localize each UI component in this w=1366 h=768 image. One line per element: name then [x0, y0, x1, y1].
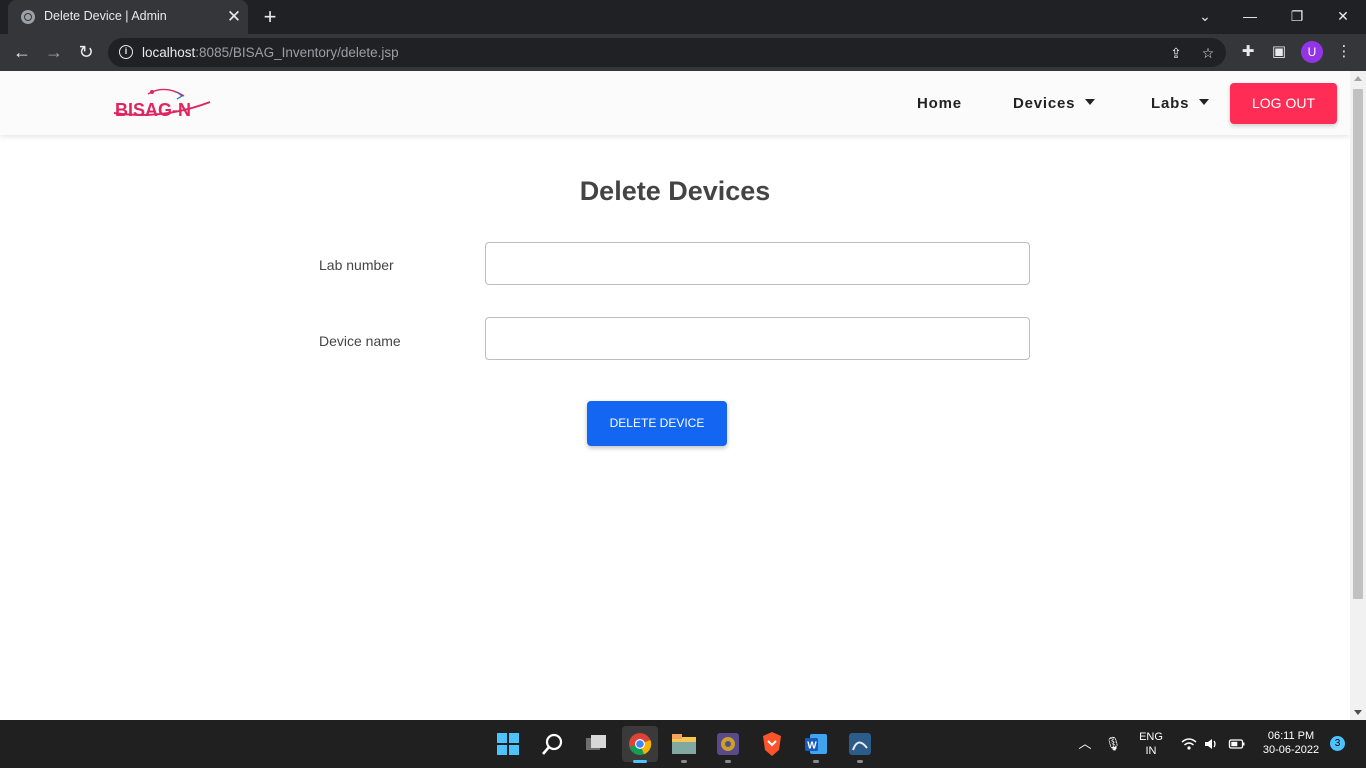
- reload-icon[interactable]: ↻: [74, 40, 98, 64]
- svg-text:W: W: [807, 741, 817, 752]
- caret-down-icon: [1199, 99, 1210, 105]
- page-scrollbar[interactable]: [1350, 71, 1366, 720]
- page-viewport: BISAG-N Home Devices Labs LOG OUT Delete…: [0, 71, 1366, 720]
- tab-search-icon[interactable]: ⌄: [1193, 5, 1217, 27]
- extensions-icon[interactable]: ✚: [1237, 41, 1259, 63]
- close-window-icon[interactable]: ✕: [1331, 5, 1355, 27]
- logout-button[interactable]: LOG OUT: [1230, 83, 1337, 124]
- bookmark-star-icon[interactable]: ☆: [1198, 43, 1218, 63]
- wifi-icon[interactable]: [1180, 735, 1198, 753]
- task-view-icon[interactable]: [580, 728, 612, 760]
- profile-avatar[interactable]: U: [1301, 41, 1323, 63]
- url-text: localhost:8085/BISAG_Inventory/delete.js…: [142, 45, 399, 60]
- device-name-label: Device name: [319, 333, 401, 349]
- volume-icon[interactable]: [1202, 735, 1220, 753]
- close-tab-icon[interactable]: ✕: [224, 7, 244, 27]
- taskbar-running-dot: [857, 760, 863, 763]
- scroll-up-arrow-icon[interactable]: [1354, 76, 1362, 81]
- notification-count-badge[interactable]: 3: [1330, 736, 1345, 751]
- address-bar[interactable]: i localhost:8085/BISAG_Inventory/delete.…: [108, 38, 1226, 67]
- browser-tab[interactable]: Delete Device | Admin ✕: [8, 0, 248, 34]
- minimize-icon[interactable]: —: [1238, 5, 1262, 27]
- mysql-workbench-icon[interactable]: [844, 728, 876, 760]
- side-panel-icon[interactable]: ▣: [1268, 41, 1290, 63]
- device-name-input[interactable]: [485, 317, 1030, 360]
- share-icon[interactable]: ⇪: [1166, 43, 1186, 63]
- taskbar-running-dot: [681, 760, 687, 763]
- nav-labs-dropdown[interactable]: Labs: [1151, 95, 1210, 112]
- new-tab-icon[interactable]: +: [258, 5, 282, 29]
- browser-tab-bar: Delete Device | Admin ✕ + ⌄ — ❐ ✕: [0, 0, 1366, 34]
- word-icon[interactable]: W: [800, 728, 832, 760]
- clock[interactable]: 06:11 PM 30-06-2022: [1256, 729, 1326, 757]
- scroll-thumb[interactable]: [1353, 89, 1363, 599]
- nav-home-link[interactable]: Home: [917, 95, 962, 112]
- nav-devices-dropdown[interactable]: Devices: [1013, 95, 1096, 112]
- scroll-down-arrow-icon[interactable]: [1354, 710, 1362, 715]
- battery-icon[interactable]: [1228, 735, 1246, 753]
- logo-text: BISAG-N: [115, 100, 191, 120]
- back-icon[interactable]: ←: [10, 40, 34, 64]
- taskbar-running-dot: [725, 760, 731, 763]
- start-windows-icon[interactable]: [492, 728, 524, 760]
- language-indicator[interactable]: ENG IN: [1136, 730, 1166, 758]
- chrome-taskbar-button[interactable]: [622, 726, 658, 762]
- app-emblem-icon[interactable]: [712, 728, 744, 760]
- nav-labs-label: Labs: [1151, 95, 1190, 112]
- caret-down-icon: [1085, 99, 1096, 105]
- forward-icon[interactable]: →: [42, 40, 66, 64]
- taskbar-running-dot: [813, 760, 819, 763]
- lab-number-label: Lab number: [319, 257, 394, 273]
- tab-title: Delete Device | Admin: [44, 9, 167, 23]
- globe-icon: [21, 10, 35, 24]
- bisag-logo[interactable]: BISAG-N: [110, 86, 216, 124]
- chrome-active-indicator: [633, 760, 647, 763]
- lab-number-input[interactable]: [485, 242, 1030, 285]
- brave-browser-icon[interactable]: [756, 728, 788, 760]
- windows-taskbar: W ︿ 🎙 ENG IN 06:11 PM 30-06-2022: [0, 720, 1366, 768]
- restore-icon[interactable]: ❐: [1285, 5, 1309, 27]
- show-hidden-icons-chevron-icon[interactable]: ︿: [1076, 735, 1094, 753]
- file-explorer-icon[interactable]: [668, 728, 700, 760]
- browser-menu-icon[interactable]: ⋮: [1333, 41, 1355, 63]
- page-title: Delete Devices: [579, 176, 771, 206]
- chrome-icon: [629, 733, 652, 756]
- browser-toolbar: ← → ↻ i localhost:8085/BISAG_Inventory/d…: [0, 34, 1366, 71]
- site-navbar: BISAG-N Home Devices Labs LOG OUT: [0, 71, 1350, 135]
- nav-devices-label: Devices: [1013, 95, 1076, 112]
- site-info-icon[interactable]: i: [119, 45, 133, 59]
- search-icon[interactable]: [536, 728, 568, 760]
- microphone-icon[interactable]: 🎙: [1104, 735, 1122, 753]
- delete-device-button[interactable]: DELETE DEVICE: [587, 401, 727, 446]
